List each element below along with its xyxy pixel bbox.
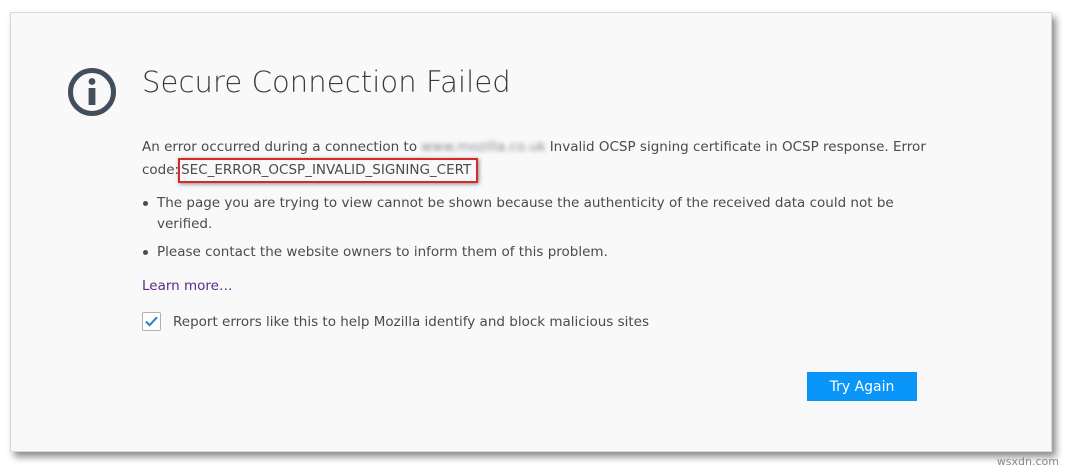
error-page: Secure Connection Failed An error occurr… — [10, 12, 1052, 452]
report-errors-checkbox[interactable] — [142, 312, 161, 331]
page-title: Secure Connection Failed — [142, 65, 511, 99]
info-icon — [68, 68, 116, 116]
try-again-button[interactable]: Try Again — [807, 372, 917, 401]
bullet-icon — [143, 250, 148, 255]
report-errors-label: Report errors like this to help Mozilla … — [173, 313, 650, 330]
error-description: An error occurred during a connection to… — [142, 136, 932, 183]
error-details-list: The page you are trying to view cannot b… — [142, 193, 912, 270]
description-prefix: An error occurred during a connection to — [142, 139, 418, 155]
list-item-text: The page you are trying to view cannot b… — [157, 195, 894, 232]
report-errors-option: Report errors like this to help Mozilla … — [142, 312, 649, 331]
error-code[interactable]: SEC_ERROR_OCSP_INVALID_SIGNING_CERT — [178, 158, 479, 183]
list-item: Please contact the website owners to inf… — [142, 242, 912, 263]
list-item-text: Please contact the website owners to inf… — [157, 244, 608, 260]
learn-more-link[interactable]: Learn more… — [142, 278, 233, 294]
watermark: wsxdn.com — [996, 455, 1059, 468]
checkmark-icon — [145, 316, 158, 327]
obscured-hostname: www.mozilla.co.uk — [421, 139, 546, 155]
bullet-icon — [143, 201, 148, 206]
list-item: The page you are trying to view cannot b… — [142, 193, 912, 235]
